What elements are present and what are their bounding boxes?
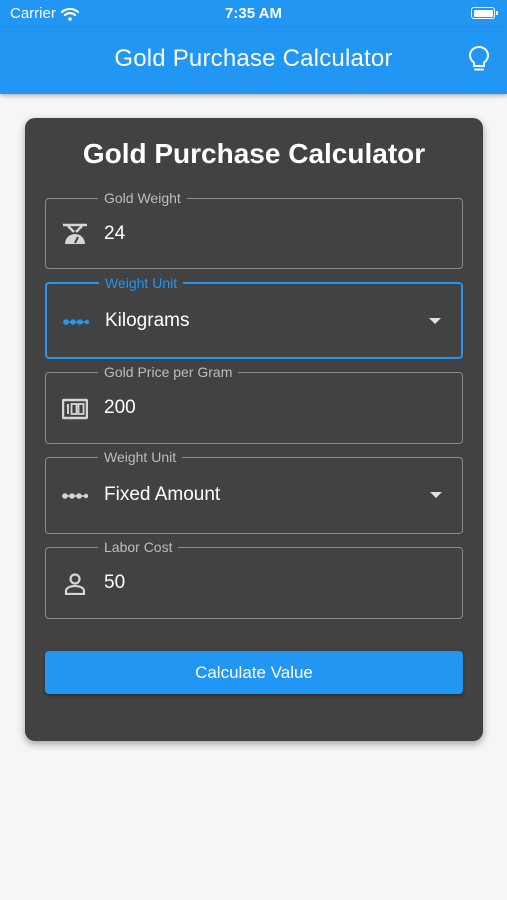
calculator-card: Gold Purchase Calculator Gold Weight 24 …: [25, 118, 483, 741]
gold-price-label: Gold Price per Gram: [98, 364, 239, 380]
app-bar-title: Gold Purchase Calculator: [114, 45, 393, 72]
card-title: Gold Purchase Calculator: [82, 138, 426, 169]
labor-cost-label: Labor Cost: [98, 539, 179, 555]
weight-unit-label: Weight Unit: [99, 275, 184, 291]
labor-cost-input[interactable]: 50: [104, 572, 125, 594]
gold-price-field[interactable]: Gold Price per Gram 200: [45, 364, 463, 444]
scale-icon: [63, 223, 87, 244]
chevron-down-icon[interactable]: [430, 492, 442, 498]
weight-unit-value: Kilograms: [105, 310, 190, 331]
price-icon: [62, 398, 88, 420]
labor-type-label: Weight Unit: [98, 449, 183, 465]
chevron-down-icon[interactable]: [429, 318, 441, 324]
labor-type-dropdown[interactable]: Weight Unit Fixed Amount: [45, 449, 463, 534]
gold-weight-label: Gold Weight: [98, 190, 187, 206]
gold-price-input[interactable]: 200: [104, 397, 136, 419]
dots-icon: [63, 319, 89, 325]
labor-cost-field[interactable]: Labor Cost 50: [45, 539, 463, 619]
gold-weight-field[interactable]: Gold Weight 24: [45, 190, 463, 269]
calculate-value-button[interactable]: Calculate Value: [45, 651, 463, 694]
person-icon: [64, 573, 86, 595]
dots-icon: [62, 493, 88, 499]
gold-weight-input[interactable]: 24: [104, 223, 125, 245]
battery-icon: [471, 7, 498, 19]
lightbulb-icon[interactable]: [467, 45, 491, 73]
weight-unit-dropdown[interactable]: Weight Unit Kilograms: [45, 275, 463, 359]
app-bar: Gold Purchase Calculator: [0, 28, 507, 94]
status-time: 7:35 AM: [225, 5, 282, 22]
labor-type-value: Fixed Amount: [104, 484, 221, 505]
status-bar: Carrier 7:35 AM: [0, 0, 507, 28]
